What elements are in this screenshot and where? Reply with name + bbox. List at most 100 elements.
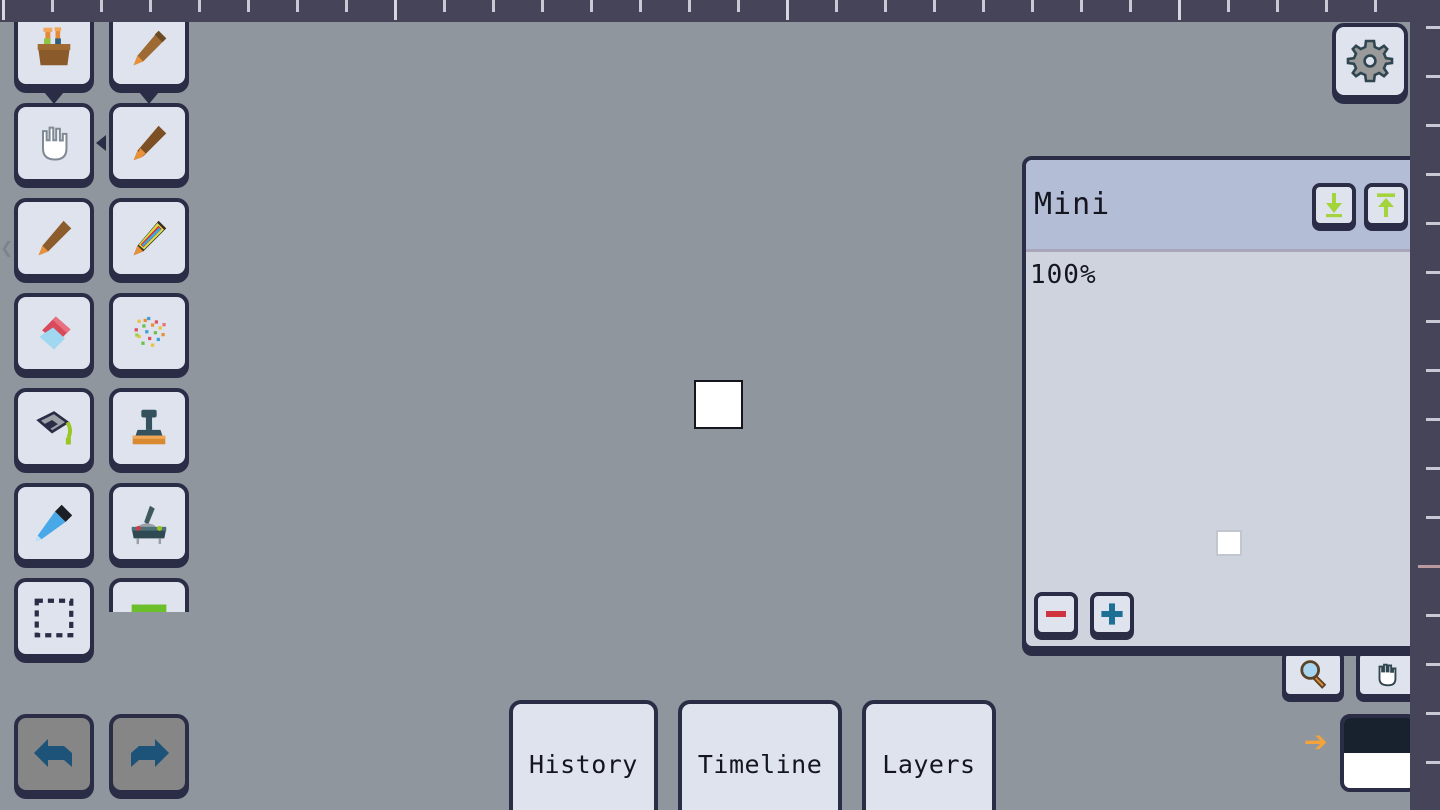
zoom-tool-button[interactable]	[1282, 650, 1344, 698]
ruler-tick	[443, 0, 446, 12]
tool-button-eraser[interactable]	[14, 293, 94, 373]
tool-button-stamp[interactable]	[109, 388, 189, 468]
history-controls[interactable]	[14, 714, 189, 794]
tool-button-smudge[interactable]	[109, 483, 189, 563]
undo-arrow-icon	[34, 739, 72, 767]
minimap-preview[interactable]	[1216, 530, 1242, 556]
view-controls[interactable]	[1282, 650, 1418, 698]
brush-icon	[113, 107, 185, 179]
ruler-tick	[982, 0, 985, 12]
ruler-tick	[639, 0, 642, 12]
tool-selected-marker	[96, 135, 106, 151]
arrow-down-dock-icon	[1326, 192, 1342, 217]
redo-arrow-icon	[131, 739, 169, 767]
marker-icon	[18, 202, 90, 274]
mini-zoom-out-button[interactable]	[1034, 592, 1078, 636]
collapse-handle-icon[interactable]: ❮	[0, 228, 13, 270]
ruler-tick	[2, 0, 5, 20]
primary-color[interactable]	[1344, 718, 1414, 753]
ruler-tick	[1426, 712, 1440, 715]
eraser-icon	[18, 297, 90, 369]
pencil-icon	[113, 12, 185, 84]
tool-button-hand[interactable]	[14, 103, 94, 183]
tab-label: History	[529, 750, 638, 779]
tool-button-select[interactable]	[14, 578, 94, 658]
settings-button[interactable]	[1332, 23, 1408, 99]
mini-panel-body[interactable]: 100%	[1026, 252, 1418, 646]
gear-icon	[1346, 39, 1394, 83]
hand-icon	[18, 107, 90, 179]
swap-colors-arrow[interactable]: ➔	[1304, 722, 1328, 762]
ruler-tick	[835, 0, 838, 12]
ruler-tick	[1426, 761, 1440, 764]
ruler-tick	[198, 0, 201, 12]
eyedropper-icon	[18, 487, 90, 559]
ruler-tick	[1426, 75, 1440, 78]
ruler-tick	[1227, 0, 1230, 12]
ruler-tick	[1276, 0, 1279, 12]
mini-zoom-controls[interactable]	[1034, 592, 1134, 636]
plus-icon	[1101, 603, 1123, 625]
tool-palette[interactable]	[14, 8, 204, 658]
tool-button-shapes[interactable]	[109, 578, 189, 612]
ruler-tick	[1426, 222, 1440, 225]
pan-tool-button[interactable]	[1356, 650, 1418, 698]
ruler-tick	[1426, 516, 1440, 519]
tool-button-rainbow-pen[interactable]	[109, 198, 189, 278]
stamp-icon	[113, 392, 185, 464]
ruler-tick	[1325, 0, 1328, 12]
tool-button-spray[interactable]	[109, 293, 189, 373]
ruler-tick	[1080, 0, 1083, 12]
tool-button-marker[interactable]	[14, 198, 94, 278]
ruler-tick	[688, 0, 691, 12]
ruler-tick	[345, 0, 348, 12]
mini-zoom-in-button[interactable]	[1090, 592, 1134, 636]
ruler-tick	[394, 0, 397, 20]
mini-panel[interactable]: Mini 100%	[1022, 156, 1422, 650]
hand-pan-icon	[1378, 663, 1397, 687]
artboard[interactable]	[694, 380, 743, 429]
ruler-tick	[1178, 0, 1181, 20]
ruler-tick	[1374, 0, 1377, 12]
ruler-tick	[1426, 369, 1440, 372]
toolbox-icon	[18, 12, 90, 84]
ruler-tick	[1418, 565, 1440, 568]
tab-layers[interactable]: Layers	[862, 700, 996, 810]
tool-button-eyedropper[interactable]	[14, 483, 94, 563]
mini-dock-down-button[interactable]	[1312, 182, 1356, 227]
ruler-tick	[1031, 0, 1034, 12]
marquee-select-icon	[18, 582, 90, 654]
ruler-tick	[51, 0, 54, 12]
tab-label: Timeline	[697, 750, 823, 779]
ruler-tick	[1426, 173, 1440, 176]
mini-panel-title: Mini	[1034, 187, 1111, 222]
ruler-tick	[590, 0, 593, 12]
shapes-icon	[109, 578, 189, 612]
mini-collapse-button[interactable]	[1364, 182, 1408, 227]
undo-button[interactable]	[14, 714, 94, 794]
bottom-tabs[interactable]: History Timeline Layers	[509, 700, 996, 810]
ruler-tick	[492, 0, 495, 12]
color-swatch[interactable]	[1340, 714, 1418, 792]
ruler-tick	[1426, 320, 1440, 323]
ruler-tick	[1129, 0, 1132, 12]
tool-button-fill[interactable]	[14, 388, 94, 468]
ruler-tick	[1426, 663, 1440, 666]
ruler-tick	[149, 0, 152, 12]
ruler-tick	[100, 0, 103, 12]
secondary-color[interactable]	[1344, 753, 1414, 788]
paint-bucket-icon	[18, 392, 90, 464]
tab-timeline[interactable]: Timeline	[677, 700, 843, 810]
mini-panel-titlebar[interactable]: Mini	[1026, 160, 1418, 252]
minus-icon	[1046, 611, 1066, 617]
tool-button-brush[interactable]	[96, 103, 189, 183]
redo-button[interactable]	[109, 714, 189, 794]
ruler-tick	[737, 0, 740, 12]
ruler-tick	[1426, 124, 1440, 127]
smudge-tool-icon	[113, 487, 185, 559]
ruler-tick	[1426, 467, 1440, 470]
tab-history[interactable]: History	[509, 700, 658, 810]
ruler-tick	[541, 0, 544, 12]
ruler-tick	[1426, 614, 1440, 617]
vertical-ruler	[1410, 0, 1440, 810]
